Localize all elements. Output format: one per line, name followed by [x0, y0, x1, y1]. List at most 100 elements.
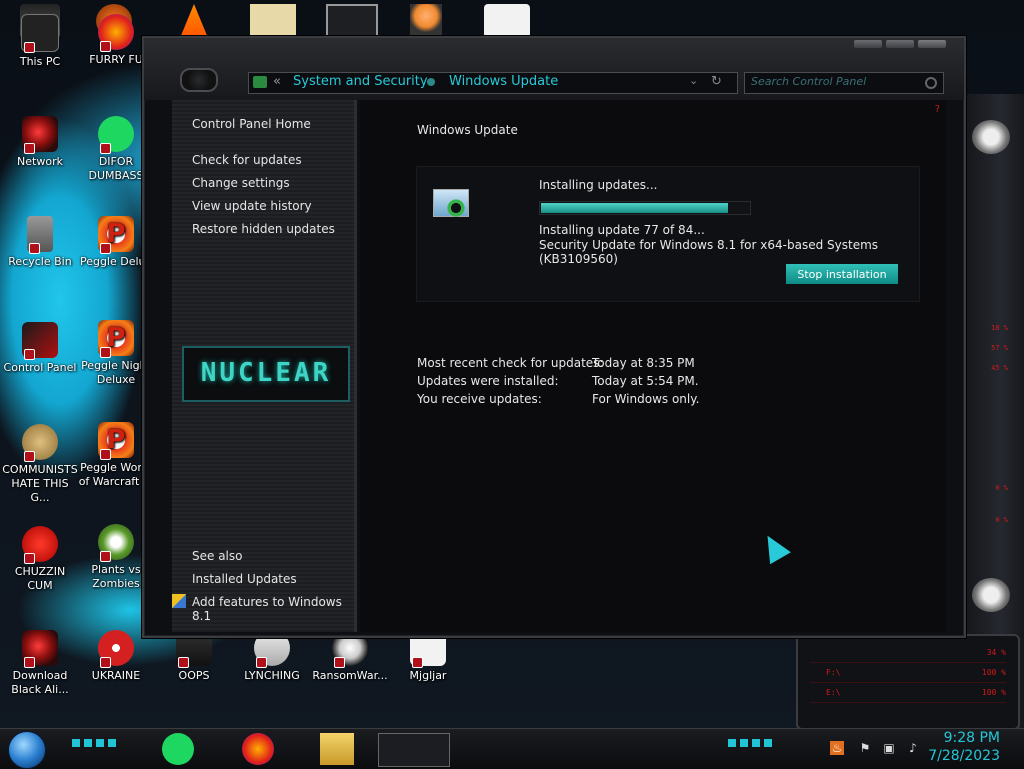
info-value: For Windows only.: [592, 392, 700, 406]
install-progress-fill: [541, 203, 728, 213]
window-title-bar[interactable]: « System and Security Windows Update ⌄ ↻…: [144, 38, 964, 100]
install-progress-bar: [539, 201, 751, 215]
desktop-icon-chuzzin[interactable]: CHUZZIN CUM: [2, 526, 78, 593]
sidebar-link-check-for-updates[interactable]: Check for updates: [192, 153, 302, 167]
windows-features-icon: [172, 594, 186, 608]
control-panel-icon: [253, 76, 267, 88]
desktop-icon-communists[interactable]: COMMUNISTS HATE THIS G...: [2, 424, 78, 505]
network-icon: [22, 116, 58, 154]
install-status: Installing updates...: [539, 178, 658, 192]
gadget-value: 45 %: [991, 364, 1008, 372]
search-icon[interactable]: [925, 77, 937, 89]
clock-time: 9:28 PM: [943, 730, 1000, 746]
search-input[interactable]: Search Control Panel: [751, 75, 866, 88]
gadget-value: 18 %: [991, 324, 1008, 332]
desktop-icon-label: RansomWar...: [312, 669, 388, 682]
sidebar-link-control-panel-home[interactable]: Control Panel Home: [192, 117, 311, 131]
address-bar[interactable]: « System and Security Windows Update ⌄ ↻: [248, 72, 738, 94]
money-bag-icon: [22, 424, 58, 462]
desktop-top-icon-java[interactable]: [484, 4, 530, 38]
start-button[interactable]: [8, 731, 46, 769]
gadget-value: 0 %: [995, 516, 1008, 524]
back-button[interactable]: [180, 68, 218, 92]
drive-usage-panel: 34 % F:\ 100 % E:\ 100 %: [796, 634, 1020, 730]
dropdown-chevron-icon[interactable]: ⌄: [689, 74, 698, 87]
sidebar-link-change-settings[interactable]: Change settings: [192, 176, 290, 190]
nuclear-banner: NUCLEAR: [182, 346, 350, 402]
close-button[interactable]: [918, 40, 946, 48]
desktop-icon-label: OOPS: [178, 669, 210, 682]
sidebar-link-installed-updates[interactable]: Installed Updates: [192, 572, 297, 586]
taskbar-firefox-icon[interactable]: [242, 733, 274, 765]
info-label: You receive updates:: [417, 392, 542, 406]
breadcrumb-windows-update[interactable]: Windows Update: [449, 74, 558, 89]
chuzzle-icon: [22, 526, 58, 564]
tray-volume-icon[interactable]: ♪: [906, 741, 920, 755]
info-value: Today at 5:54 PM.: [592, 374, 699, 388]
sidebar: Control Panel Home Check for updates Cha…: [172, 100, 357, 632]
tray-notification-icon[interactable]: ♨: [830, 741, 844, 755]
drive-row: E:\ 100 %: [810, 688, 1006, 703]
desktop-icon-recycle-bin[interactable]: Recycle Bin: [2, 216, 78, 269]
sidebar-link-view-update-history[interactable]: View update history: [192, 199, 312, 213]
breadcrumb-chevron-icon: «: [273, 74, 281, 89]
desktop-icon-label: This PC: [19, 55, 61, 68]
breadcrumb-system-security[interactable]: System and Security: [293, 74, 428, 89]
desktop-icon-label: Recycle Bin: [8, 255, 72, 268]
taskbar-deco: [728, 739, 774, 747]
spotify-icon: [98, 116, 134, 154]
desktop-icon-network[interactable]: Network: [2, 116, 78, 169]
drive-row: 34 %: [810, 648, 1006, 663]
search-box[interactable]: Search Control Panel: [744, 72, 944, 94]
info-value: Today at 8:35 PM: [592, 356, 695, 370]
peggle-icon: P: [98, 320, 134, 358]
desktop-icon-label: Network: [17, 155, 63, 168]
desktop-icon-label: COMMUNISTS HATE THIS G...: [2, 463, 78, 504]
drive-letter: F:\: [826, 668, 841, 677]
info-label: Most recent check for updates:: [417, 356, 604, 370]
firefox-icon: [98, 14, 134, 52]
taskbar-deco: [72, 739, 118, 747]
sidebar-link-add-features[interactable]: Add features to Windows 8.1: [192, 595, 354, 623]
drive-percent: 100 %: [981, 668, 1006, 677]
info-label: Updates were installed:: [417, 374, 559, 388]
help-icon[interactable]: ?: [935, 104, 940, 115]
red-orb-icon: [22, 630, 58, 668]
taskbar-clock[interactable]: 9:28 PM 7/28/2023: [920, 729, 1000, 765]
alien-logo-icon: [972, 120, 1010, 154]
sidebar-link-restore-hidden-updates[interactable]: Restore hidden updates: [192, 222, 335, 236]
desktop-icon-download-black[interactable]: Download Black Ali...: [2, 630, 78, 697]
mouse-cursor-icon: [757, 529, 791, 565]
refresh-icon[interactable]: ↻: [711, 74, 722, 89]
windows-update-icon: [433, 189, 469, 218]
desktop-icon-label: UKRAINE: [91, 669, 141, 682]
desktop-top-icon-6[interactable]: [410, 4, 442, 38]
tray-flag-icon[interactable]: ⚑: [858, 741, 872, 755]
peggle-icon: P: [98, 422, 134, 460]
install-update-name: Security Update for Windows 8.1 for x64-…: [539, 238, 879, 266]
stop-installation-button[interactable]: Stop installation: [786, 264, 898, 284]
desktop-icon-label: Download Black Ali...: [11, 669, 69, 696]
alien-logo-icon: [972, 578, 1010, 612]
minimize-button[interactable]: [854, 40, 882, 48]
tray-network-icon[interactable]: ▣: [882, 741, 896, 755]
green-arrows-icon: [446, 198, 466, 218]
see-also-heading: See also: [192, 549, 243, 563]
recycle-bin-icon: [27, 216, 53, 254]
desktop-icon-label: Mjgljar: [409, 669, 447, 682]
drive-letter: E:\: [826, 688, 841, 697]
drive-row: F:\ 100 %: [810, 668, 1006, 683]
desktop-top-icon-vlc[interactable]: [180, 4, 208, 38]
taskbar-control-panel-icon[interactable]: [378, 733, 450, 767]
taskbar: ♨ ⚑ ▣ ♪ 9:28 PM 7/28/2023: [0, 728, 1024, 769]
taskbar-file-explorer-icon[interactable]: [320, 733, 354, 765]
control-panel-icon: [22, 322, 58, 360]
breadcrumb-separator-icon: [427, 78, 435, 86]
maximize-button[interactable]: [886, 40, 914, 48]
taskbar-spotify-icon[interactable]: [162, 733, 194, 765]
desktop-icon-control-panel[interactable]: Control Panel: [2, 322, 78, 375]
desktop-top-icon-hxd[interactable]: [250, 4, 296, 38]
desktop-icon-label: LYNCHING: [244, 669, 300, 682]
desktop-icon-this-pc[interactable]: This PC: [2, 14, 78, 69]
gadget-value: 57 %: [991, 344, 1008, 352]
